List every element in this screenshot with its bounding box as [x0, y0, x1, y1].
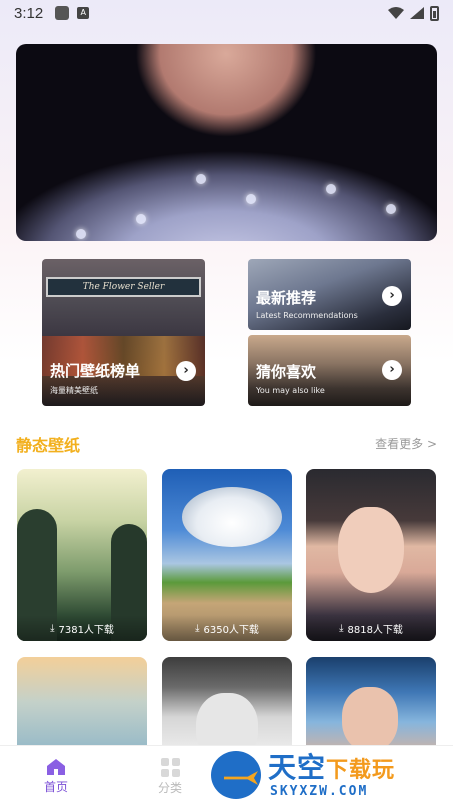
wallpaper-tile[interactable] [17, 657, 147, 757]
battery-icon [430, 5, 439, 21]
watermark-title: 天空下载玩 [268, 746, 395, 786]
wifi-icon [388, 7, 404, 19]
category-title: 最新推荐 [256, 289, 317, 307]
grid-icon [160, 758, 180, 777]
shop-sign: The Flower Seller [46, 277, 201, 297]
signal-icon [410, 7, 424, 19]
download-icon: ⤓ [195, 622, 200, 634]
airplane-icon [224, 771, 258, 785]
download-count-label: 6350人下载 [203, 624, 259, 636]
download-count: ⤓ 8818人下载 [306, 615, 436, 641]
see-more-link[interactable]: 查看更多 > [375, 435, 437, 452]
download-icon: ⤓ [50, 622, 55, 634]
category-card-hot[interactable]: The Flower Seller 热门壁纸榜单 海量精美壁纸 › [42, 259, 205, 406]
status-bar: 3:12 A [0, 0, 453, 26]
banner-sparkle [246, 194, 256, 204]
section-title: 静态壁纸 [16, 436, 81, 455]
chevron-right-icon[interactable]: › [382, 360, 402, 380]
category-subtitle: Latest Recommendations [256, 311, 358, 320]
nav-category-label: 分类 [157, 781, 182, 795]
watermark-url: SKYXZW.COM [270, 784, 369, 799]
watermark-title-main: 天空 [268, 751, 327, 784]
chevron-right-icon[interactable]: › [176, 361, 196, 381]
watermark-logo [208, 748, 264, 802]
download-count: ⤓ 6350人下载 [162, 615, 292, 641]
download-count-label: 8818人下载 [347, 624, 403, 636]
wallpaper-tile[interactable] [162, 657, 292, 757]
cloud-shape [182, 487, 282, 547]
wallpaper-tile[interactable]: ⤓ 8818人下载 [306, 469, 436, 641]
download-count: ⤓ 7381人下载 [17, 615, 147, 641]
banner-sparkle [76, 229, 86, 239]
notification-a-icon: A [77, 7, 90, 19]
portrait-face [338, 507, 404, 593]
home-icon [47, 759, 65, 775]
category-card-latest[interactable]: 最新推荐 Latest Recommendations › [248, 259, 411, 330]
notification-icon [55, 6, 70, 20]
download-icon: ⤓ [339, 622, 344, 634]
chevron-right-icon[interactable]: › [382, 286, 402, 306]
category-title: 热门壁纸榜单 [50, 362, 141, 380]
wallpaper-tile[interactable]: ⤓ 7381人下载 [17, 469, 147, 641]
nav-home[interactable]: 首页 [26, 758, 86, 795]
banner-sparkle [136, 214, 146, 224]
watermark-title-accent: 下载玩 [326, 758, 396, 783]
banner-sparkle [326, 184, 336, 194]
category-title: 猜你喜欢 [256, 363, 317, 381]
status-time: 3:12 [14, 4, 44, 22]
category-subtitle: You may also like [256, 386, 325, 395]
nav-category[interactable]: 分类 [140, 758, 200, 796]
watermark: 天空下载玩 SKYXZW.COM [206, 746, 452, 804]
wallpaper-tile[interactable]: ⤓ 6350人下载 [162, 469, 292, 641]
nav-home-label: 首页 [43, 780, 68, 794]
banner-sparkle [386, 204, 396, 214]
portrait-face [342, 687, 398, 751]
banner-sparkle [196, 174, 206, 184]
wallpaper-tile[interactable] [306, 657, 436, 757]
category-subtitle: 海量精美壁纸 [50, 386, 98, 395]
banner-image[interactable] [16, 44, 437, 241]
category-card-guess[interactable]: 猜你喜欢 You may also like › [248, 335, 411, 406]
download-count-label: 7381人下载 [58, 624, 114, 636]
